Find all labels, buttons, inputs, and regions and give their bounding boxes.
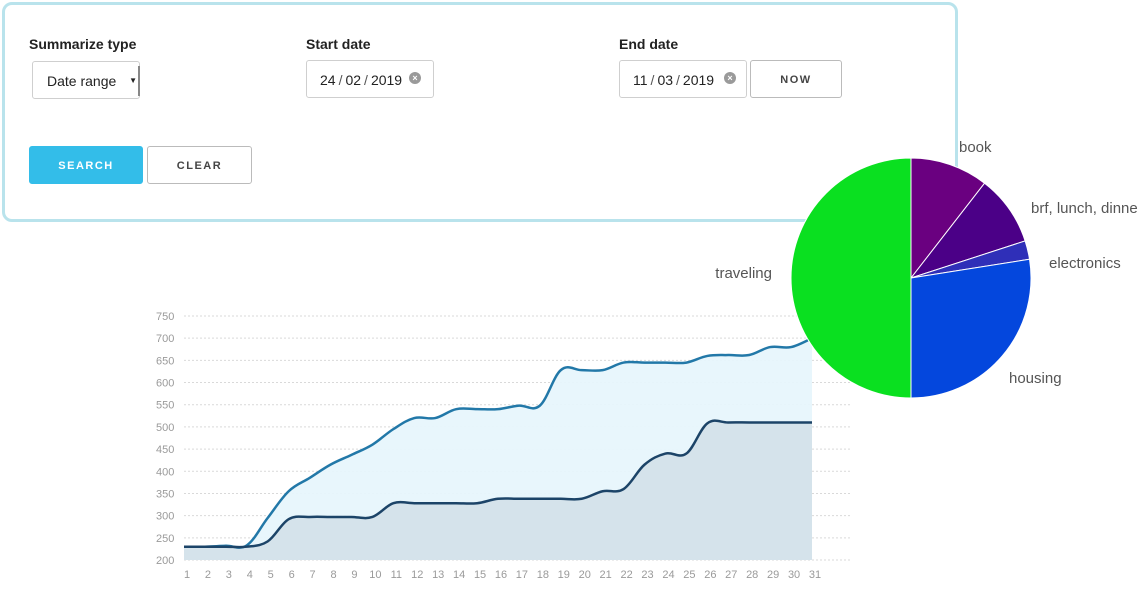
pie-label: brf, lunch, dinne: [1031, 200, 1138, 217]
pie-label: electronics: [1049, 255, 1121, 272]
category-pie-chart: book brf, lunch, dinne electronics housing t…: [715, 139, 1138, 399]
pie-label: traveling: [715, 265, 772, 282]
pie-label: book: [959, 139, 992, 156]
pie-slice-traveling: [790, 157, 912, 399]
pie-label: housing: [1009, 370, 1062, 387]
page: Summarize type Date range ▼ Start date 2…: [0, 0, 1145, 600]
